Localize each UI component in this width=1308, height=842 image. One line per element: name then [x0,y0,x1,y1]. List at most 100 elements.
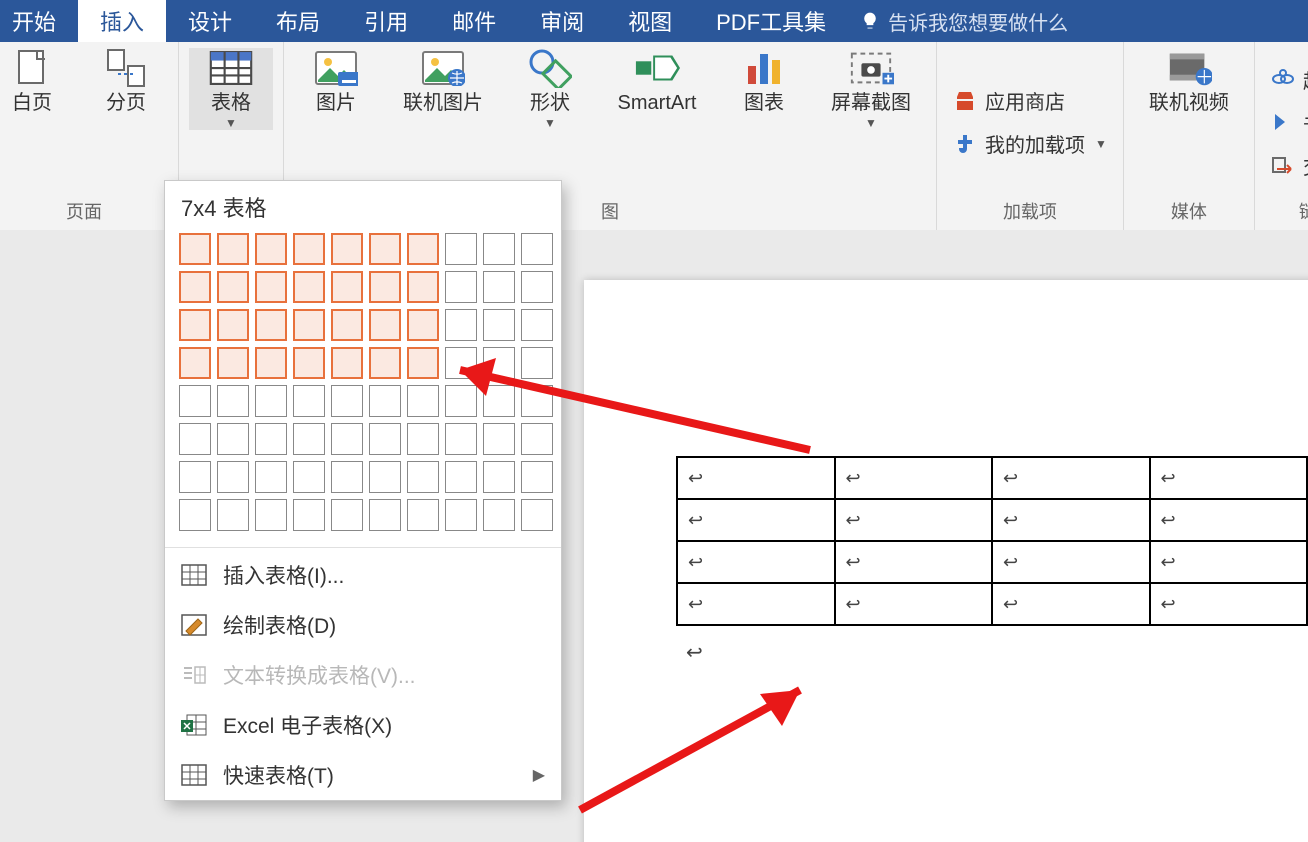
table-cell[interactable]: ↩ [677,583,835,625]
table-cell[interactable]: ↩ [835,499,993,541]
grid-cell[interactable] [407,271,439,303]
grid-cell[interactable] [445,347,477,379]
grid-cell[interactable] [293,461,325,493]
grid-cell[interactable] [445,385,477,417]
grid-cell[interactable] [369,423,401,455]
grid-cell[interactable] [483,309,515,341]
grid-cell[interactable] [217,271,249,303]
table-cell[interactable]: ↩ [992,541,1150,583]
grid-cell[interactable] [331,309,363,341]
grid-cell[interactable] [369,499,401,531]
grid-cell[interactable] [331,271,363,303]
grid-cell[interactable] [369,233,401,265]
draw-table-menuitem[interactable]: 绘制表格(D) [165,600,561,650]
online-picture-button[interactable]: 联机图片 [388,48,498,114]
grid-cell[interactable] [293,385,325,417]
blank-page-button[interactable]: 白页 [0,48,74,114]
grid-cell[interactable] [521,233,553,265]
table-button[interactable]: 表格 ▼ [189,48,273,130]
excel-spreadsheet-menuitem[interactable]: Excel 电子表格(X) [165,700,561,750]
grid-cell[interactable] [331,233,363,265]
grid-cell[interactable] [179,309,211,341]
table-cell[interactable]: ↩ [835,583,993,625]
table-cell[interactable]: ↩ [1150,541,1308,583]
tab-start[interactable]: 开始 [0,0,78,42]
grid-cell[interactable] [293,499,325,531]
tab-view[interactable]: 视图 [606,0,694,42]
bookmark-button[interactable]: 书签 [1265,104,1308,141]
grid-cell[interactable] [217,385,249,417]
tab-review[interactable]: 审阅 [518,0,606,42]
picture-button[interactable]: 图片 [294,48,378,114]
grid-cell[interactable] [217,499,249,531]
grid-cell[interactable] [331,461,363,493]
grid-cell[interactable] [445,423,477,455]
grid-cell[interactable] [521,309,553,341]
page-break-button[interactable]: 分页 [84,48,168,114]
table-cell[interactable]: ↩ [992,499,1150,541]
grid-cell[interactable] [331,423,363,455]
grid-cell[interactable] [521,347,553,379]
grid-cell[interactable] [217,347,249,379]
grid-cell[interactable] [217,309,249,341]
grid-cell[interactable] [217,461,249,493]
table-cell[interactable]: ↩ [677,457,835,499]
grid-cell[interactable] [255,347,287,379]
grid-cell[interactable] [521,499,553,531]
grid-cell[interactable] [445,309,477,341]
app-store-button[interactable]: 应用商店 [947,82,1113,119]
inserted-table[interactable]: ↩↩↩↩ ↩↩↩↩ ↩↩↩↩ ↩↩↩↩ [676,456,1308,626]
grid-cell[interactable] [179,233,211,265]
grid-cell[interactable] [483,233,515,265]
grid-cell[interactable] [407,385,439,417]
table-cell[interactable]: ↩ [1150,499,1308,541]
quick-tables-menuitem[interactable]: 快速表格(T) ▶ [165,750,561,800]
insert-table-menuitem[interactable]: 插入表格(I)... [165,550,561,600]
table-cell[interactable]: ↩ [992,583,1150,625]
chart-button[interactable]: 图表 [722,48,806,114]
grid-cell[interactable] [255,233,287,265]
tell-me-search[interactable]: 告诉我您想要做什么 [848,0,1080,42]
grid-cell[interactable] [331,347,363,379]
table-cell[interactable]: ↩ [1150,457,1308,499]
table-size-grid[interactable] [165,229,561,545]
grid-cell[interactable] [255,385,287,417]
grid-cell[interactable] [255,461,287,493]
grid-cell[interactable] [217,423,249,455]
grid-cell[interactable] [293,347,325,379]
table-cell[interactable]: ↩ [1150,583,1308,625]
grid-cell[interactable] [293,233,325,265]
grid-cell[interactable] [407,461,439,493]
grid-cell[interactable] [445,271,477,303]
grid-cell[interactable] [369,461,401,493]
grid-cell[interactable] [369,271,401,303]
grid-cell[interactable] [369,309,401,341]
grid-cell[interactable] [407,233,439,265]
grid-cell[interactable] [445,499,477,531]
grid-cell[interactable] [179,461,211,493]
hyperlink-button[interactable]: 超链接 [1265,61,1308,98]
tab-mail[interactable]: 邮件 [430,0,518,42]
table-cell[interactable]: ↩ [677,499,835,541]
grid-cell[interactable] [483,271,515,303]
my-addins-button[interactable]: 我的加载项 ▼ [947,125,1113,162]
smartart-button[interactable]: SmartArt [602,48,712,114]
cross-reference-button[interactable]: 交叉引 [1265,147,1308,184]
grid-cell[interactable] [407,309,439,341]
grid-cell[interactable] [255,271,287,303]
grid-cell[interactable] [407,499,439,531]
grid-cell[interactable] [293,309,325,341]
grid-cell[interactable] [445,233,477,265]
table-cell[interactable]: ↩ [835,457,993,499]
grid-cell[interactable] [483,385,515,417]
grid-cell[interactable] [521,271,553,303]
grid-cell[interactable] [521,461,553,493]
grid-cell[interactable] [217,233,249,265]
grid-cell[interactable] [445,461,477,493]
tab-references[interactable]: 引用 [342,0,430,42]
grid-cell[interactable] [483,461,515,493]
table-cell[interactable]: ↩ [835,541,993,583]
grid-cell[interactable] [521,423,553,455]
online-video-button[interactable]: 联机视频 [1134,48,1244,114]
grid-cell[interactable] [407,347,439,379]
